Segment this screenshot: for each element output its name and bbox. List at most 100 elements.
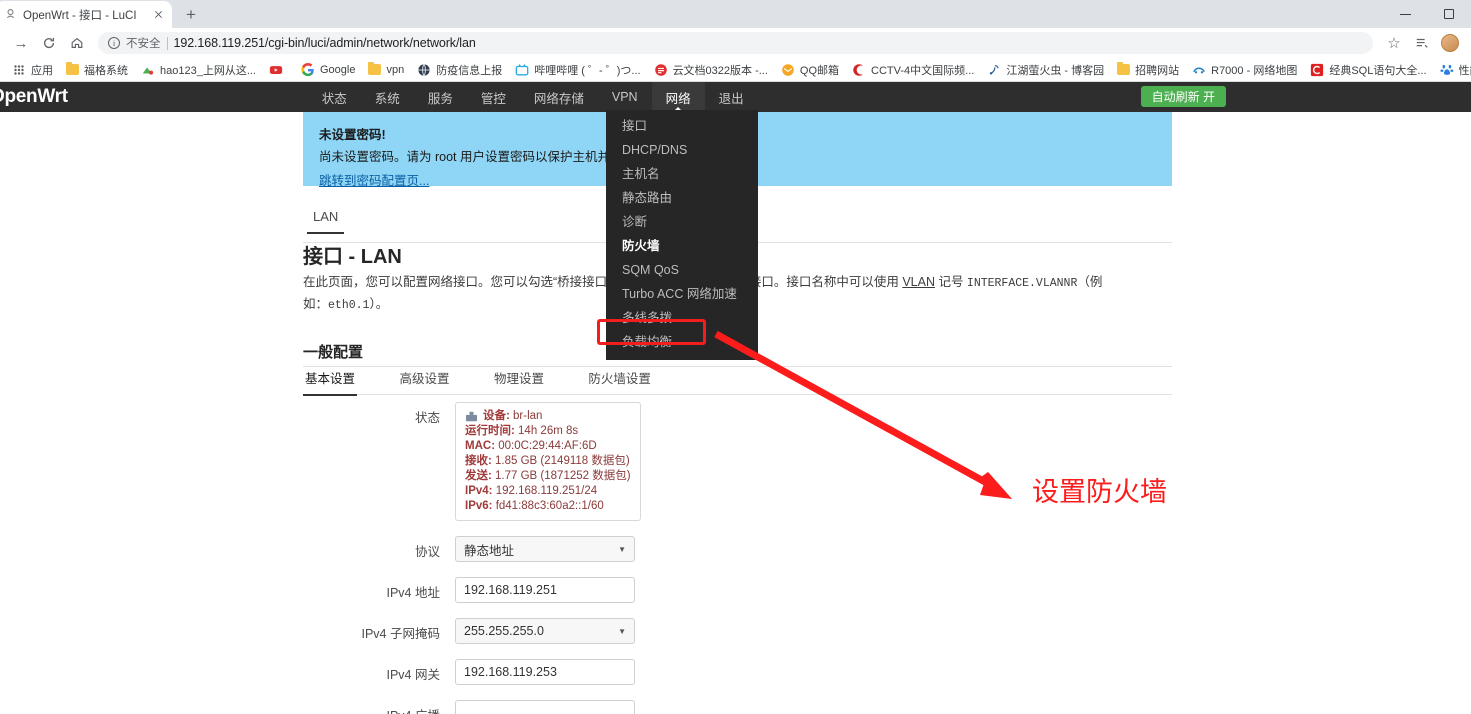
nav-item-services[interactable]: 服务 (414, 82, 467, 112)
maximize-icon (1444, 9, 1454, 19)
status-device-row: 设备: br-lan (465, 409, 631, 424)
auto-refresh-button[interactable]: 自动刷新 开 (1140, 86, 1226, 107)
openwrt-logo: OpenWrt (0, 86, 68, 107)
password-config-link[interactable]: 跳转到密码配置页... (319, 174, 429, 188)
status-tx-value: 1.77 GB (1871252 数据包) (491, 470, 631, 482)
tab-strip: OpenWrt - 接口 - LuCI + (0, 0, 1471, 28)
bookmark-star-icon[interactable]: ☆ (1381, 30, 1407, 56)
bookmark-item-sql-guide[interactable]: 经典SQL语句大全... (1304, 60, 1432, 80)
nav-item-network[interactable]: 网络 (651, 82, 705, 112)
bookmark-item-apps[interactable]: 应用 (6, 60, 59, 80)
subtab-advanced[interactable]: 高级设置 (397, 368, 451, 394)
nav-item-storage[interactable]: 网络存储 (520, 82, 598, 112)
hao123-icon (142, 66, 154, 75)
status-uptime-row: 运行时间: 14h 26m 8s (465, 424, 631, 439)
status-device-text: 设备: br-lan (483, 409, 542, 424)
cloud-doc-icon (654, 63, 667, 76)
ipv4-address-input[interactable]: 192.168.119.251 (455, 577, 635, 603)
bookmark-label: 哔哩哔哩 ( ゜- ゜)つ... (534, 64, 641, 77)
nav-item-control[interactable]: 管控 (467, 82, 520, 112)
tab-lan[interactable]: LAN (307, 209, 345, 234)
menu-item-dhcp-dns[interactable]: DHCP/DNS (606, 138, 758, 162)
menu-item-interfaces[interactable]: 接口 (606, 114, 758, 138)
nav-item-logout[interactable]: 退出 (705, 82, 758, 112)
info-icon[interactable]: i (108, 37, 120, 49)
nav-item-vpn[interactable]: VPN (598, 82, 652, 112)
nav-item-status[interactable]: 状态 (308, 82, 361, 112)
status-ipv6-value: fd41:88c3:60a2::1/60 (492, 500, 604, 512)
apps-icon (14, 64, 24, 75)
ipv4-netmask-control: 255.255.255.0 ▼ (455, 618, 635, 644)
menu-item-hostnames[interactable]: 主机名 (606, 162, 758, 186)
bookmark-label: 招聘网站 (1135, 64, 1180, 77)
address-bar[interactable]: i 不安全 192.168.119.251/cgi-bin/luci/admin… (98, 32, 1373, 54)
bookmark-item-folder-1[interactable]: 福格系统 (60, 60, 134, 80)
browser-tab[interactable]: OpenWrt - 接口 - LuCI (0, 1, 172, 28)
minimize-button[interactable] (1383, 0, 1427, 28)
bookmark-item-qqmail[interactable]: QQ邮箱 (775, 60, 845, 80)
bookmark-item-vpn[interactable]: vpn (362, 62, 410, 78)
ipv4-broadcast-label: IPv4 广播 (0, 700, 455, 714)
bookmark-item-bilibili[interactable]: 哔哩哔哩 ( ゜- ゜)つ... (509, 60, 646, 80)
subtab-firewall[interactable]: 防火墙设置 (586, 368, 653, 394)
bookmark-label: Google (320, 63, 356, 76)
bookmark-item-cloud-doc[interactable]: 云文档0322版本 -... (648, 60, 774, 80)
forward-button[interactable]: → (8, 30, 34, 56)
status-uptime-value: 14h 26m 8s (514, 425, 579, 437)
status-tx-key: 发送: (465, 470, 492, 482)
page-desc-part4: （例 (1077, 275, 1103, 289)
subtab-basic[interactable]: 基本设置 (303, 368, 358, 396)
ipv4-netmask-select[interactable]: 255.255.255.0 ▼ (455, 618, 635, 644)
bookmark-item-epidemic-report[interactable]: 防疫信息上报 (411, 60, 508, 80)
reading-list-icon[interactable] (1409, 30, 1435, 56)
qqmail-icon (782, 63, 794, 76)
subtab-physical[interactable]: 物理设置 (492, 368, 546, 394)
interface-form: 状态 设备: br-lan 运行时间: 14h 26m 8s MAC: 00:0… (0, 402, 1471, 714)
openwrt-favicon-icon (6, 9, 15, 19)
bookmark-item-youtube[interactable] (263, 61, 294, 79)
bookmark-item-r7000[interactable]: R7000 - 网络地图 (1186, 60, 1303, 80)
bookmark-item-jobs-folder[interactable]: 招聘网站 (1111, 60, 1185, 80)
maximize-button[interactable] (1427, 0, 1471, 28)
protocol-select-value: 静态地址 (464, 543, 515, 558)
firewall-highlight-box (597, 319, 706, 345)
status-device-key: 设备: (483, 410, 510, 422)
home-icon (71, 37, 83, 48)
omnibox-divider (166, 36, 168, 50)
bookmark-label: 云文档0322版本 -... (672, 64, 768, 77)
page-title: 接口 - LAN (303, 246, 402, 268)
bookmark-label: 经典SQL语句大全... (1329, 64, 1427, 77)
reading-list-glyph-icon (1416, 38, 1428, 48)
reload-icon (43, 37, 55, 49)
menu-item-turbo-acc[interactable]: Turbo ACC 网络加速 (606, 282, 758, 306)
close-icon[interactable] (151, 7, 166, 22)
bookmark-label: R7000 - 网络地图 (1211, 64, 1298, 77)
menu-item-firewall[interactable]: 防火墙 (606, 234, 758, 258)
status-rx-key: 接收: (465, 455, 492, 467)
bookmark-item-cnblogs[interactable]: 江湖萤火虫 - 博客园 (981, 60, 1110, 80)
home-button[interactable] (64, 30, 90, 56)
settings-subtabs: 基本设置 高级设置 物理设置 防火墙设置 (303, 368, 1172, 396)
bookmark-label: 福格系统 (84, 64, 128, 77)
ipv4-gateway-input[interactable]: 192.168.119.253 (455, 659, 635, 685)
menu-item-diagnostics[interactable]: 诊断 (606, 210, 758, 234)
page-desc-part5: 如： (303, 297, 329, 311)
new-tab-button[interactable]: + (178, 1, 204, 27)
bookmark-label: hao123_上网从这... (160, 64, 256, 77)
ipv4-address-label: IPv4 地址 (386, 586, 441, 600)
bookmark-label: CCTV-4中文国际频... (871, 64, 975, 77)
ipv4-broadcast-input[interactable] (455, 700, 635, 714)
nav-item-system[interactable]: 系统 (361, 82, 414, 112)
profile-button[interactable] (1437, 30, 1463, 56)
status-mac-row: MAC: 00:0C:29:44:AF:6D (465, 439, 631, 454)
menu-item-static-routes[interactable]: 静态路由 (606, 186, 758, 210)
menu-item-sqm-qos[interactable]: SQM QoS (606, 258, 758, 282)
protocol-select[interactable]: 静态地址 ▼ (455, 536, 635, 562)
reload-button[interactable] (36, 30, 62, 56)
bookmark-item-cctv4[interactable]: CCTV-4中文国际频... (846, 60, 980, 80)
status-tx-row: 发送: 1.77 GB (1871252 数据包) (465, 469, 631, 484)
bookmark-item-hao123[interactable]: hao123_上网从这... (135, 60, 262, 80)
bookmark-item-baidu-metrics[interactable]: 性能常用指标_百度... (1434, 60, 1471, 80)
bookmark-item-google[interactable]: Google (295, 61, 361, 79)
status-label: 状态 (414, 411, 440, 425)
